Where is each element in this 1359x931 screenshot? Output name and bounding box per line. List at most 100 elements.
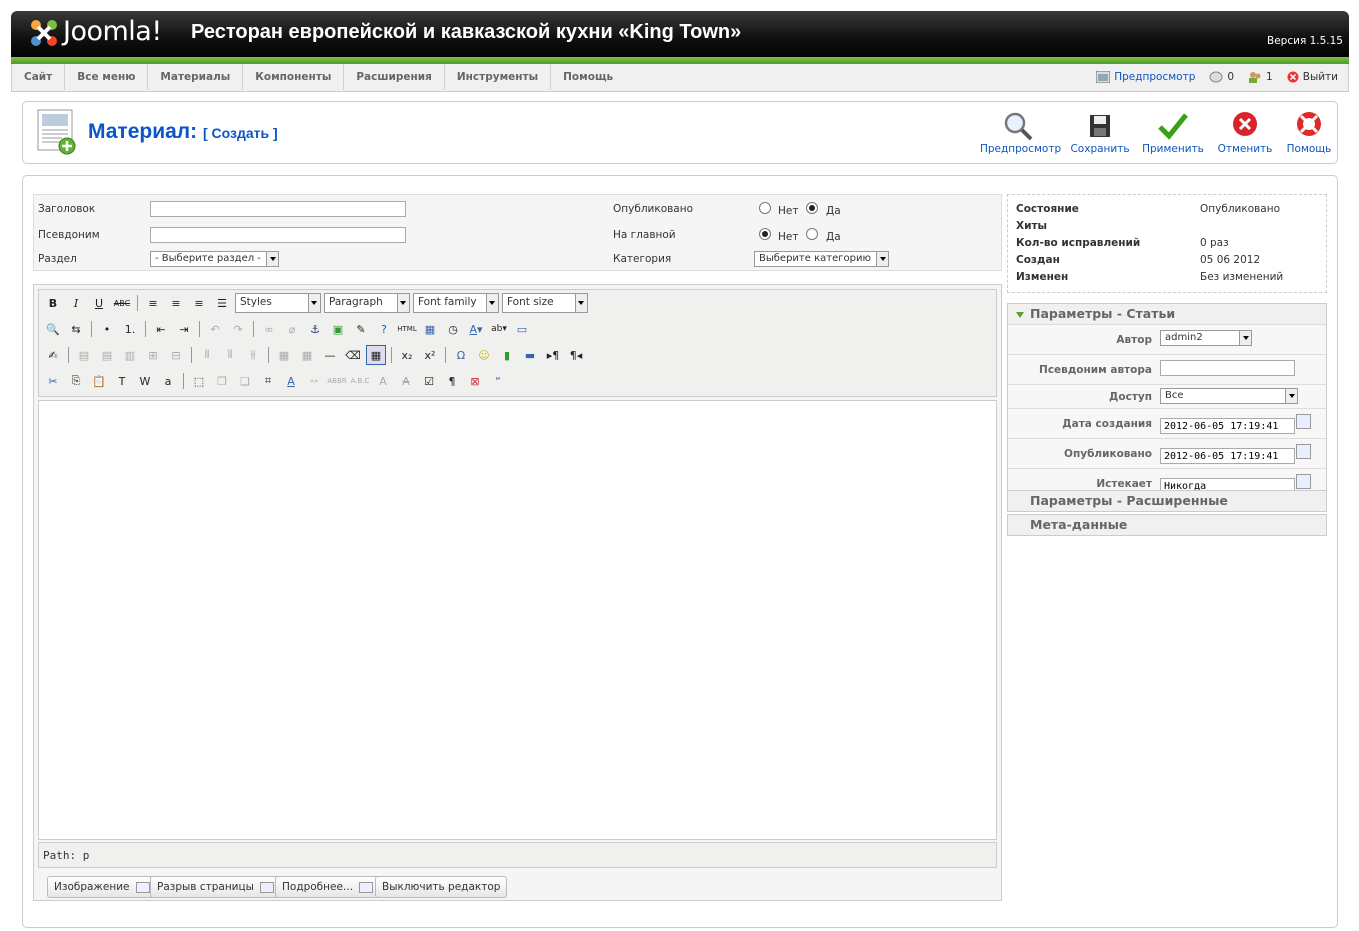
emoticon-icon[interactable]: ☺ bbox=[474, 345, 494, 365]
cell-props-icon[interactable]: ▦ bbox=[297, 345, 317, 365]
move-backward-icon[interactable]: ❏ bbox=[235, 371, 255, 391]
menu-item-help[interactable]: Помощь bbox=[551, 64, 625, 90]
horizontal-rule-icon[interactable]: — bbox=[320, 345, 340, 365]
attributes-icon[interactable]: ☑ bbox=[419, 371, 439, 391]
ltr-icon[interactable]: ▸¶ bbox=[543, 345, 563, 365]
delete-row-icon[interactable]: ▥ bbox=[120, 345, 140, 365]
subscript-icon[interactable]: x₂ bbox=[397, 345, 417, 365]
bullet-list-icon[interactable]: • bbox=[97, 319, 117, 339]
fullscreen-icon[interactable]: ▭ bbox=[512, 319, 532, 339]
calendar-icon[interactable] bbox=[1296, 474, 1311, 489]
menu-item-all-menus[interactable]: Все меню bbox=[65, 64, 149, 90]
align-left-icon[interactable]: ≡ bbox=[143, 293, 163, 313]
visual-aid-icon[interactable]: ▦ bbox=[366, 345, 386, 365]
published-no-radio[interactable] bbox=[759, 202, 771, 214]
param-author-select[interactable]: admin2 bbox=[1160, 330, 1252, 346]
delete-text-icon[interactable]: A bbox=[396, 371, 416, 391]
insert-col-before-icon[interactable]: ⫴ bbox=[197, 345, 217, 365]
show-blocks-icon[interactable]: ¶ bbox=[442, 371, 462, 391]
title-input[interactable] bbox=[150, 201, 406, 217]
underline-icon[interactable]: U bbox=[89, 293, 109, 313]
section-select[interactable]: - Выберите раздел - bbox=[150, 251, 279, 267]
menu-item-extensions[interactable]: Расширения bbox=[344, 64, 445, 90]
replace-icon[interactable]: ⇆ bbox=[66, 319, 86, 339]
media-icon[interactable]: ▮ bbox=[497, 345, 517, 365]
preview-link[interactable]: Предпросмотр bbox=[1096, 71, 1195, 83]
param-publish-input[interactable] bbox=[1160, 448, 1295, 464]
params-advanced-panel[interactable]: Параметры - Расширенные bbox=[1007, 490, 1327, 512]
menu-item-tools[interactable]: Инструменты bbox=[445, 64, 552, 90]
rtl-icon[interactable]: ¶◂ bbox=[566, 345, 586, 365]
menu-item-components[interactable]: Компоненты bbox=[243, 64, 345, 90]
params-article-toggle[interactable]: Параметры - Статьи bbox=[1008, 304, 1326, 324]
image-button[interactable]: Изображение bbox=[47, 876, 157, 898]
toolbar-cancel-button[interactable]: Отменить bbox=[1215, 110, 1275, 155]
toolbar-save-button[interactable]: Сохранить bbox=[1070, 110, 1130, 155]
messages-count[interactable]: 0 bbox=[1209, 71, 1234, 83]
editor-content-area[interactable] bbox=[38, 400, 997, 840]
superscript-icon[interactable]: x² bbox=[420, 345, 440, 365]
move-forward-icon[interactable]: ❐ bbox=[212, 371, 232, 391]
font-family-dropdown[interactable]: Font family bbox=[413, 293, 499, 313]
styleprops-icon[interactable]: A bbox=[281, 371, 301, 391]
frontpage-no-radio[interactable] bbox=[759, 228, 771, 240]
abbr-icon[interactable]: ABBR bbox=[327, 371, 347, 391]
html-source-icon[interactable]: HTML bbox=[397, 319, 417, 339]
category-select[interactable]: Выберите категорию bbox=[754, 251, 889, 267]
metadata-panel[interactable]: Мета-данные bbox=[1007, 514, 1327, 536]
acronym-icon[interactable]: A.B.C bbox=[350, 371, 370, 391]
blockquote-icon[interactable]: “ bbox=[488, 371, 508, 391]
insert-layer-icon[interactable]: ▬ bbox=[520, 345, 540, 365]
menu-item-site[interactable]: Сайт bbox=[12, 64, 66, 90]
published-yes-radio[interactable] bbox=[806, 202, 818, 214]
insert-time-icon[interactable]: ◷ bbox=[443, 319, 463, 339]
copy-icon[interactable]: ⎘ bbox=[66, 371, 86, 391]
insert-row-before-icon[interactable]: ▤ bbox=[74, 345, 94, 365]
format-dropdown[interactable]: Paragraph bbox=[324, 293, 410, 313]
insert-text-icon[interactable]: A bbox=[373, 371, 393, 391]
align-center-icon[interactable]: ≡ bbox=[166, 293, 186, 313]
param-alias-input[interactable] bbox=[1160, 360, 1295, 376]
delete-col-icon[interactable]: ⫵ bbox=[243, 345, 263, 365]
toolbar-preview-button[interactable]: Предпросмотр bbox=[980, 110, 1061, 155]
special-char-icon[interactable]: Ω bbox=[451, 345, 471, 365]
align-justify-icon[interactable]: ☰ bbox=[212, 293, 232, 313]
calendar-icon[interactable] bbox=[1296, 444, 1311, 459]
paste-word-icon[interactable]: W bbox=[135, 371, 155, 391]
merge-cells-icon[interactable]: ⊟ bbox=[166, 345, 186, 365]
paste-text-icon[interactable]: T bbox=[112, 371, 132, 391]
italic-icon[interactable]: I bbox=[66, 293, 86, 313]
users-count[interactable]: 1 bbox=[1248, 71, 1273, 83]
split-cells-icon[interactable]: ⊞ bbox=[143, 345, 163, 365]
font-size-dropdown[interactable]: Font size bbox=[502, 293, 588, 313]
remove-format-icon[interactable]: ⌫ bbox=[343, 345, 363, 365]
strikethrough-icon[interactable]: ABC bbox=[112, 293, 132, 313]
styles-dropdown[interactable]: Styles bbox=[235, 293, 321, 313]
cite-icon[interactable]: «» bbox=[304, 371, 324, 391]
edit-css-icon[interactable]: ✍ bbox=[43, 345, 63, 365]
indent-icon[interactable]: ⇥ bbox=[174, 319, 194, 339]
logout-link[interactable]: Выйти bbox=[1287, 71, 1338, 83]
nonbreaking-icon[interactable]: ⊠ bbox=[465, 371, 485, 391]
insert-row-after-icon[interactable]: ▤ bbox=[97, 345, 117, 365]
anchor-icon[interactable]: ⚓ bbox=[305, 319, 325, 339]
highlight-color-icon[interactable]: ab▾ bbox=[489, 319, 509, 339]
bold-icon[interactable]: B bbox=[43, 293, 63, 313]
metadata-toggle[interactable]: Мета-данные bbox=[1008, 515, 1326, 535]
cut-icon[interactable]: ✂ bbox=[43, 371, 63, 391]
numbered-list-icon[interactable]: 1. bbox=[120, 319, 140, 339]
link-icon[interactable]: ∞ bbox=[259, 319, 279, 339]
find-icon[interactable]: 🔍 bbox=[43, 319, 63, 339]
text-color-icon[interactable]: A ▾ bbox=[466, 319, 486, 339]
undo-icon[interactable]: ↶ bbox=[205, 319, 225, 339]
pagebreak-button[interactable]: Разрыв страницы bbox=[150, 876, 281, 898]
param-access-select[interactable]: Все bbox=[1160, 388, 1298, 404]
cleanup-icon[interactable]: ✎ bbox=[351, 319, 371, 339]
table-props-icon[interactable]: ▦ bbox=[274, 345, 294, 365]
absolute-position-icon[interactable]: ⬚ bbox=[189, 371, 209, 391]
toolbar-help-button[interactable]: Помощь bbox=[1282, 110, 1336, 155]
menu-item-content[interactable]: Материалы bbox=[148, 64, 244, 90]
help-icon[interactable]: ? bbox=[374, 319, 394, 339]
redo-icon[interactable]: ↷ bbox=[228, 319, 248, 339]
frontpage-yes-radio[interactable] bbox=[806, 228, 818, 240]
